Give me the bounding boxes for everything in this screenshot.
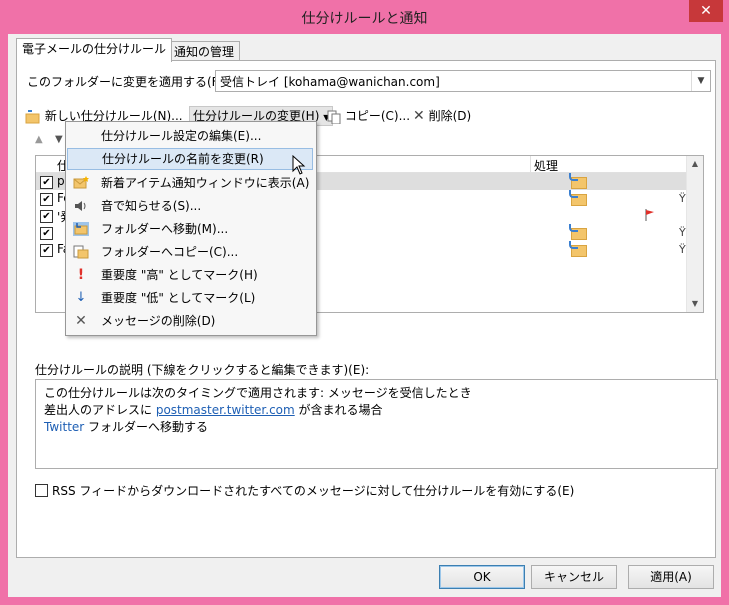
- menu-item-label: フォルダーへコピー(C)...: [101, 245, 239, 259]
- flag-icon: [645, 209, 654, 221]
- menu-item-label: 重要度 "低" としてマーク(L): [101, 291, 256, 305]
- low-importance-icon: ↓: [75, 290, 87, 305]
- scroll-up-icon[interactable]: ▲: [687, 156, 703, 172]
- menu-item-label: 仕分けルール設定の編集(E)...: [101, 129, 262, 143]
- menu-item-label: 音で知らせる(S)...: [101, 199, 202, 213]
- list-scrollbar[interactable]: ▲ ▼: [686, 156, 703, 312]
- dialog-window: 仕分けルールと通知 ✕ 電子メールの仕分けルール 通知の管理 このフォルダーに変…: [0, 0, 729, 605]
- menu-item-label: 新着アイテム通知ウィンドウに表示(A): [101, 176, 310, 190]
- description-text: 差出人のアドレスに: [44, 403, 156, 417]
- header-action[interactable]: 処理: [534, 157, 558, 174]
- move-folder-icon: [569, 190, 587, 206]
- folder-select-value: 受信トレイ [kohama@wanichan.com]: [220, 75, 440, 89]
- envelope-star-icon: [73, 176, 89, 189]
- rule-description-box: この仕分けルールは次のタイミングで適用されます: メッセージを受信したとき 差出…: [35, 379, 718, 469]
- speaker-icon: [75, 201, 86, 211]
- menu-item-label: 仕分けルールの名前を変更(R): [102, 152, 264, 166]
- menu-item-delete-message[interactable]: ✕ メッセージの削除(D): [67, 310, 313, 332]
- high-importance-icon: !: [77, 267, 85, 283]
- rss-rules-checkbox[interactable]: RSS フィードからダウンロードされたすべてのメッセージに対して仕分けルールを有…: [35, 482, 574, 499]
- rule-checkbox[interactable]: ✔: [40, 244, 53, 257]
- folder-label: このフォルダーに変更を適用する(F):: [27, 75, 228, 89]
- move-folder-icon: [569, 241, 587, 257]
- delete-label: 削除(D): [428, 109, 472, 123]
- copy-label: コピー(C)...: [344, 109, 411, 123]
- menu-item-label: 重要度 "高" としてマーク(H): [101, 268, 258, 282]
- delete-rule-button[interactable]: ✕ 削除(D): [413, 106, 471, 126]
- ok-button[interactable]: OK: [439, 565, 525, 589]
- copy-icon: [327, 110, 341, 124]
- menu-item-rename-rule[interactable]: 仕分けルールの名前を変更(R): [67, 148, 313, 170]
- description-label: 仕分けルールの説明 (下線をクリックすると編集できます)(E):: [35, 363, 370, 377]
- move-up-icon[interactable]: ▲: [35, 134, 43, 145]
- menu-item-new-item-alert[interactable]: 新着アイテム通知ウィンドウに表示(A): [67, 172, 313, 194]
- menu-item-mark-low[interactable]: ↓ 重要度 "低" としてマーク(L): [67, 287, 313, 309]
- move-folder-icon: [73, 222, 89, 236]
- menu-item-copy-to-folder[interactable]: フォルダーへコピー(C)...: [67, 241, 313, 263]
- menu-item-play-sound[interactable]: 音で知らせる(S)...: [67, 195, 313, 217]
- rule-checkbox[interactable]: ✔: [40, 210, 53, 223]
- delete-x-icon: ✕: [75, 313, 87, 329]
- description-line-1: この仕分けルールは次のタイミングで適用されます: メッセージを受信したとき: [44, 386, 472, 400]
- apply-button[interactable]: 適用(A): [628, 565, 714, 589]
- scroll-down-icon[interactable]: ▼: [687, 296, 703, 312]
- checkbox-box[interactable]: [35, 484, 48, 497]
- menu-item-mark-high[interactable]: ! 重要度 "高" としてマーク(H): [67, 264, 313, 286]
- new-rule-icon: [25, 109, 40, 123]
- window-title: 仕分けルールと通知: [301, 11, 428, 27]
- sender-address-link[interactable]: postmaster.twitter.com: [156, 403, 295, 417]
- close-button[interactable]: ✕: [689, 0, 723, 22]
- title-bar[interactable]: 仕分けルールと通知 ✕: [0, 0, 729, 34]
- tab-email-rules[interactable]: 電子メールの仕分けルール: [16, 38, 173, 62]
- tab-manage-alerts[interactable]: 通知の管理: [168, 41, 241, 62]
- menu-item-edit-rule[interactable]: 仕分けルール設定の編集(E)...: [67, 125, 313, 147]
- folder-select[interactable]: 受信トレイ [kohama@wanichan.com] ▼: [215, 70, 711, 92]
- description-line-2: 差出人のアドレスに postmaster.twitter.com が含まれる場合: [44, 401, 383, 418]
- menu-item-label: フォルダーへ移動(M)...: [101, 222, 229, 236]
- rule-checkbox[interactable]: ✔: [40, 227, 53, 240]
- move-down-icon[interactable]: ▼: [55, 134, 63, 145]
- description-text: が含まれる場合: [294, 403, 383, 417]
- copy-folder-icon: [73, 245, 89, 259]
- rss-checkbox-label: RSS フィードからダウンロードされたすべてのメッセージに対して仕分けルールを有…: [52, 484, 575, 498]
- menu-item-label: メッセージの削除(D): [101, 314, 216, 328]
- chevron-down-icon[interactable]: ▼: [691, 71, 710, 91]
- target-folder-link[interactable]: Twitter: [44, 420, 84, 434]
- description-text: フォルダーへ移動する: [84, 420, 209, 434]
- move-folder-icon: [569, 224, 587, 240]
- rule-checkbox[interactable]: ✔: [40, 176, 53, 189]
- change-rule-menu: 仕分けルール設定の編集(E)... 仕分けルールの名前を変更(R) 新着アイテム…: [65, 121, 317, 336]
- mouse-cursor-icon: [292, 155, 306, 175]
- description-line-3: Twitter フォルダーへ移動する: [44, 418, 208, 435]
- menu-item-move-to-folder[interactable]: フォルダーへ移動(M)...: [67, 218, 313, 240]
- move-folder-icon: [569, 173, 587, 189]
- cancel-button[interactable]: キャンセル: [531, 565, 617, 589]
- delete-x-icon: ✕: [413, 108, 425, 124]
- copy-rule-button[interactable]: コピー(C)...: [327, 106, 410, 126]
- rule-checkbox[interactable]: ✔: [40, 193, 53, 206]
